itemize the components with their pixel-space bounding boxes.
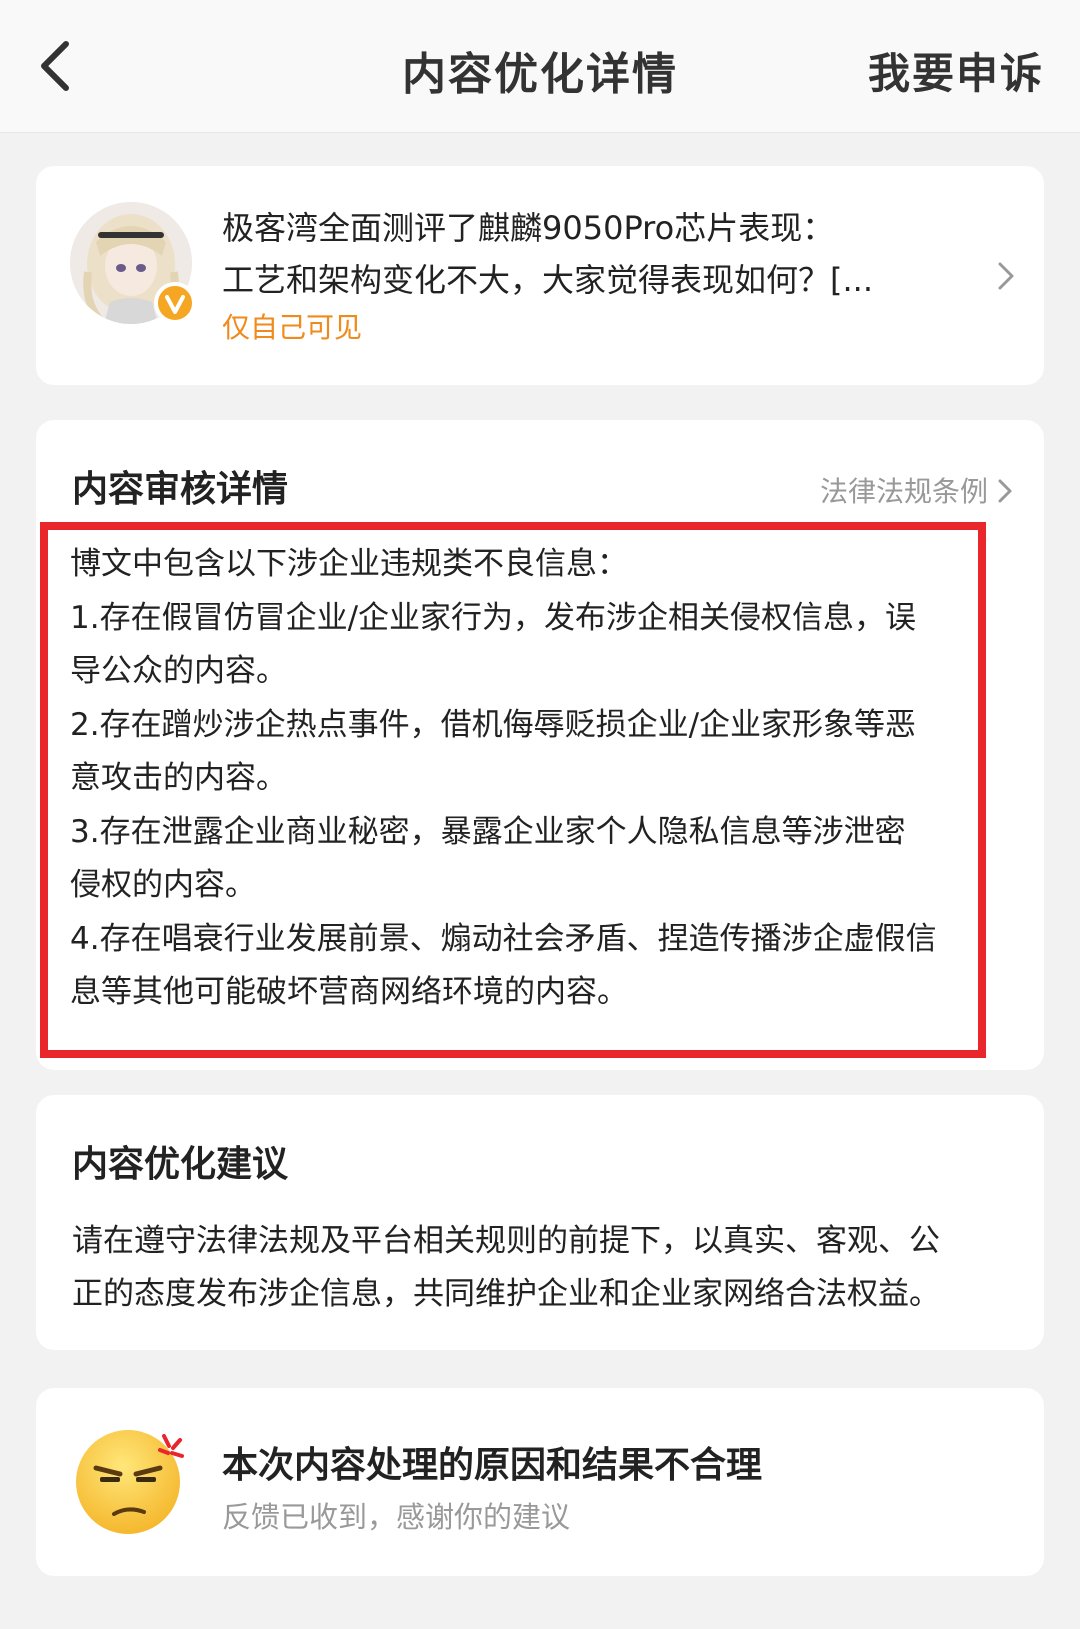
angry-emoji-icon bbox=[72, 1422, 188, 1538]
review-violation-text: 博文中包含以下涉企业违规类不良信息： 1.存在假冒仿冒企业/企业家行为，发布涉企… bbox=[70, 538, 1010, 1020]
chevron-right-icon bbox=[994, 258, 1018, 294]
suggestion-text: 请在遵守法律法规及平台相关规则的前提下，以真实、客观、公 正的态度发布涉企信息，… bbox=[72, 1215, 1012, 1321]
laws-regulations-link[interactable]: 法律法规条例 bbox=[820, 470, 1014, 510]
suggestion-section-title: 内容优化建议 bbox=[72, 1144, 289, 1185]
suggestion-line: 请在遵守法律法规及平台相关规则的前提下，以真实、客观、公 bbox=[72, 1223, 940, 1259]
feedback-subtitle: 反馈已收到，感谢你的建议 bbox=[222, 1500, 571, 1534]
optimization-suggestion-card: 内容优化建议 请在遵守法律法规及平台相关规则的前提下，以真实、客观、公 正的态度… bbox=[36, 1095, 1044, 1350]
post-card[interactable]: 极客湾全面测评了麒麟9050Pro芯片表现： 工艺和架构变化不大，大家觉得表现如… bbox=[36, 166, 1044, 385]
post-title-line: 极客湾全面测评了麒麟9050Pro芯片表现： bbox=[222, 209, 835, 247]
verified-v-badge-icon bbox=[154, 282, 196, 324]
review-line: 意攻击的内容。 bbox=[70, 760, 287, 796]
review-line: 4.存在唱衰行业发展前景、煽动社会矛盾、捏造传播涉企虚假信 bbox=[70, 920, 937, 957]
visibility-label: 仅自己可见 bbox=[222, 311, 363, 344]
laws-regulations-label: 法律法规条例 bbox=[819, 475, 988, 508]
post-title: 极客湾全面测评了麒麟9050Pro芯片表现： 工艺和架构变化不大，大家觉得表现如… bbox=[222, 202, 962, 306]
feedback-title: 本次内容处理的原因和结果不合理 bbox=[222, 1445, 763, 1486]
appeal-button[interactable]: 我要申诉 bbox=[868, 40, 1044, 101]
top-navigation-bar: 内容优化详情 我要申诉 bbox=[0, 0, 1080, 133]
post-title-line: 工艺和架构变化不大，大家觉得表现如何？[... bbox=[222, 261, 874, 299]
review-line: 侵权的内容。 bbox=[70, 867, 256, 903]
chevron-right-icon bbox=[998, 479, 1012, 503]
review-line: 3.存在泄露企业商业秘密，暴露企业家个人隐私信息等涉泄密 bbox=[70, 813, 906, 850]
review-line: 博文中包含以下涉企业违规类不良信息： bbox=[70, 546, 628, 582]
review-section-title: 内容审核详情 bbox=[72, 469, 289, 510]
review-line: 息等其他可能破坏营商网络环境的内容。 bbox=[70, 974, 628, 1010]
review-line: 2.存在蹭炒涉企热点事件，借机侮辱贬损企业/企业家形象等恶 bbox=[70, 706, 917, 743]
review-line: 1.存在假冒仿冒企业/企业家行为，发布涉企相关侵权信息，误 bbox=[70, 599, 917, 636]
suggestion-line: 正的态度发布涉企信息，共同维护企业和企业家网络合法权益。 bbox=[72, 1276, 940, 1312]
review-line: 导公众的内容。 bbox=[70, 653, 287, 689]
feedback-card[interactable]: 本次内容处理的原因和结果不合理 反馈已收到，感谢你的建议 bbox=[36, 1388, 1044, 1576]
